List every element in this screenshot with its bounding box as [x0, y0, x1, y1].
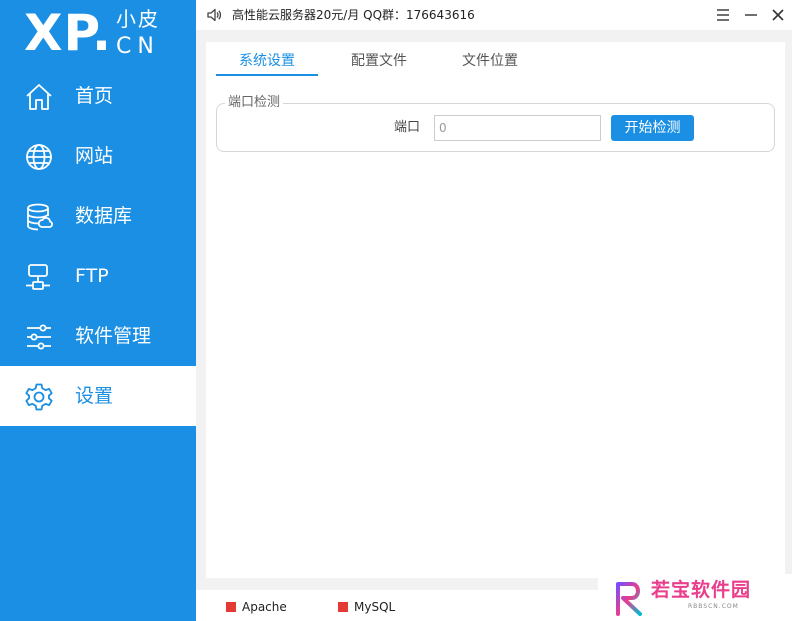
app-logo: XP. 小皮 CN — [24, 2, 194, 62]
logo-cn-bottom: CN — [116, 34, 160, 59]
sidebar-item-software[interactable]: 软件管理 — [0, 306, 196, 366]
watermark-subtext: RBBSCN.COM — [688, 603, 739, 610]
status-indicator — [226, 602, 236, 612]
port-check-group: 端口检测 端口 0 开始检测 — [216, 95, 775, 152]
sliders-icon — [24, 322, 54, 352]
title-bar: 高性能云服务器20元/月 QQ群：176643616 — [196, 0, 792, 30]
gear-icon — [24, 382, 54, 412]
logo-main: XP. — [24, 4, 113, 62]
watermark: 若宝软件园 RBBSCN.COM — [598, 574, 792, 621]
ftp-icon — [24, 262, 54, 292]
service-name: MySQL — [354, 600, 396, 614]
start-check-button[interactable]: 开始检测 — [611, 115, 694, 141]
home-icon — [24, 82, 54, 112]
sidebar-item-label: FTP — [75, 265, 109, 287]
announcement-text[interactable]: 高性能云服务器20元/月 QQ群：176643616 — [232, 7, 475, 23]
sidebar: XP. 小皮 CN 首页 网站 数据库 FTP 软件管理 设置 — [0, 0, 196, 621]
watermark-text: 若宝软件园 — [651, 579, 752, 601]
sidebar-item-label: 首页 — [75, 85, 114, 107]
port-label: 端口 — [394, 120, 421, 135]
port-input[interactable]: 0 — [434, 115, 601, 141]
group-title: 端口检测 — [225, 95, 284, 111]
database-icon — [24, 202, 54, 232]
sidebar-item-home[interactable]: 首页 — [0, 66, 196, 126]
settings-panel: 系统设置 配置文件 文件位置 端口检测 端口 0 开始检测 — [206, 42, 785, 578]
sidebar-nav: 首页 网站 数据库 FTP 软件管理 设置 — [0, 66, 196, 426]
sidebar-item-database[interactable]: 数据库 — [0, 186, 196, 246]
sidebar-item-label: 数据库 — [75, 205, 133, 227]
tab-file-locations[interactable]: 文件位置 — [453, 50, 527, 76]
tab-config-files[interactable]: 配置文件 — [342, 50, 416, 76]
sidebar-item-website[interactable]: 网站 — [0, 126, 196, 186]
globe-icon — [24, 142, 54, 172]
sidebar-item-ftp[interactable]: FTP — [0, 246, 196, 306]
sidebar-item-label: 网站 — [75, 145, 114, 167]
service-status-apache[interactable]: Apache — [226, 600, 287, 614]
sidebar-item-label: 设置 — [75, 385, 114, 407]
minimize-icon[interactable] — [742, 6, 760, 24]
sidebar-item-label: 软件管理 — [75, 325, 152, 347]
menu-icon[interactable] — [714, 6, 732, 24]
tab-system-settings[interactable]: 系统设置 — [216, 50, 318, 76]
watermark-logo-icon — [610, 578, 650, 618]
service-name: Apache — [242, 600, 287, 614]
speaker-icon — [206, 7, 222, 23]
sidebar-item-settings[interactable]: 设置 — [0, 366, 196, 426]
logo-cn-top: 小皮 — [116, 7, 160, 31]
status-indicator — [338, 602, 348, 612]
service-status-mysql[interactable]: MySQL — [338, 600, 395, 614]
close-icon[interactable] — [769, 6, 787, 24]
